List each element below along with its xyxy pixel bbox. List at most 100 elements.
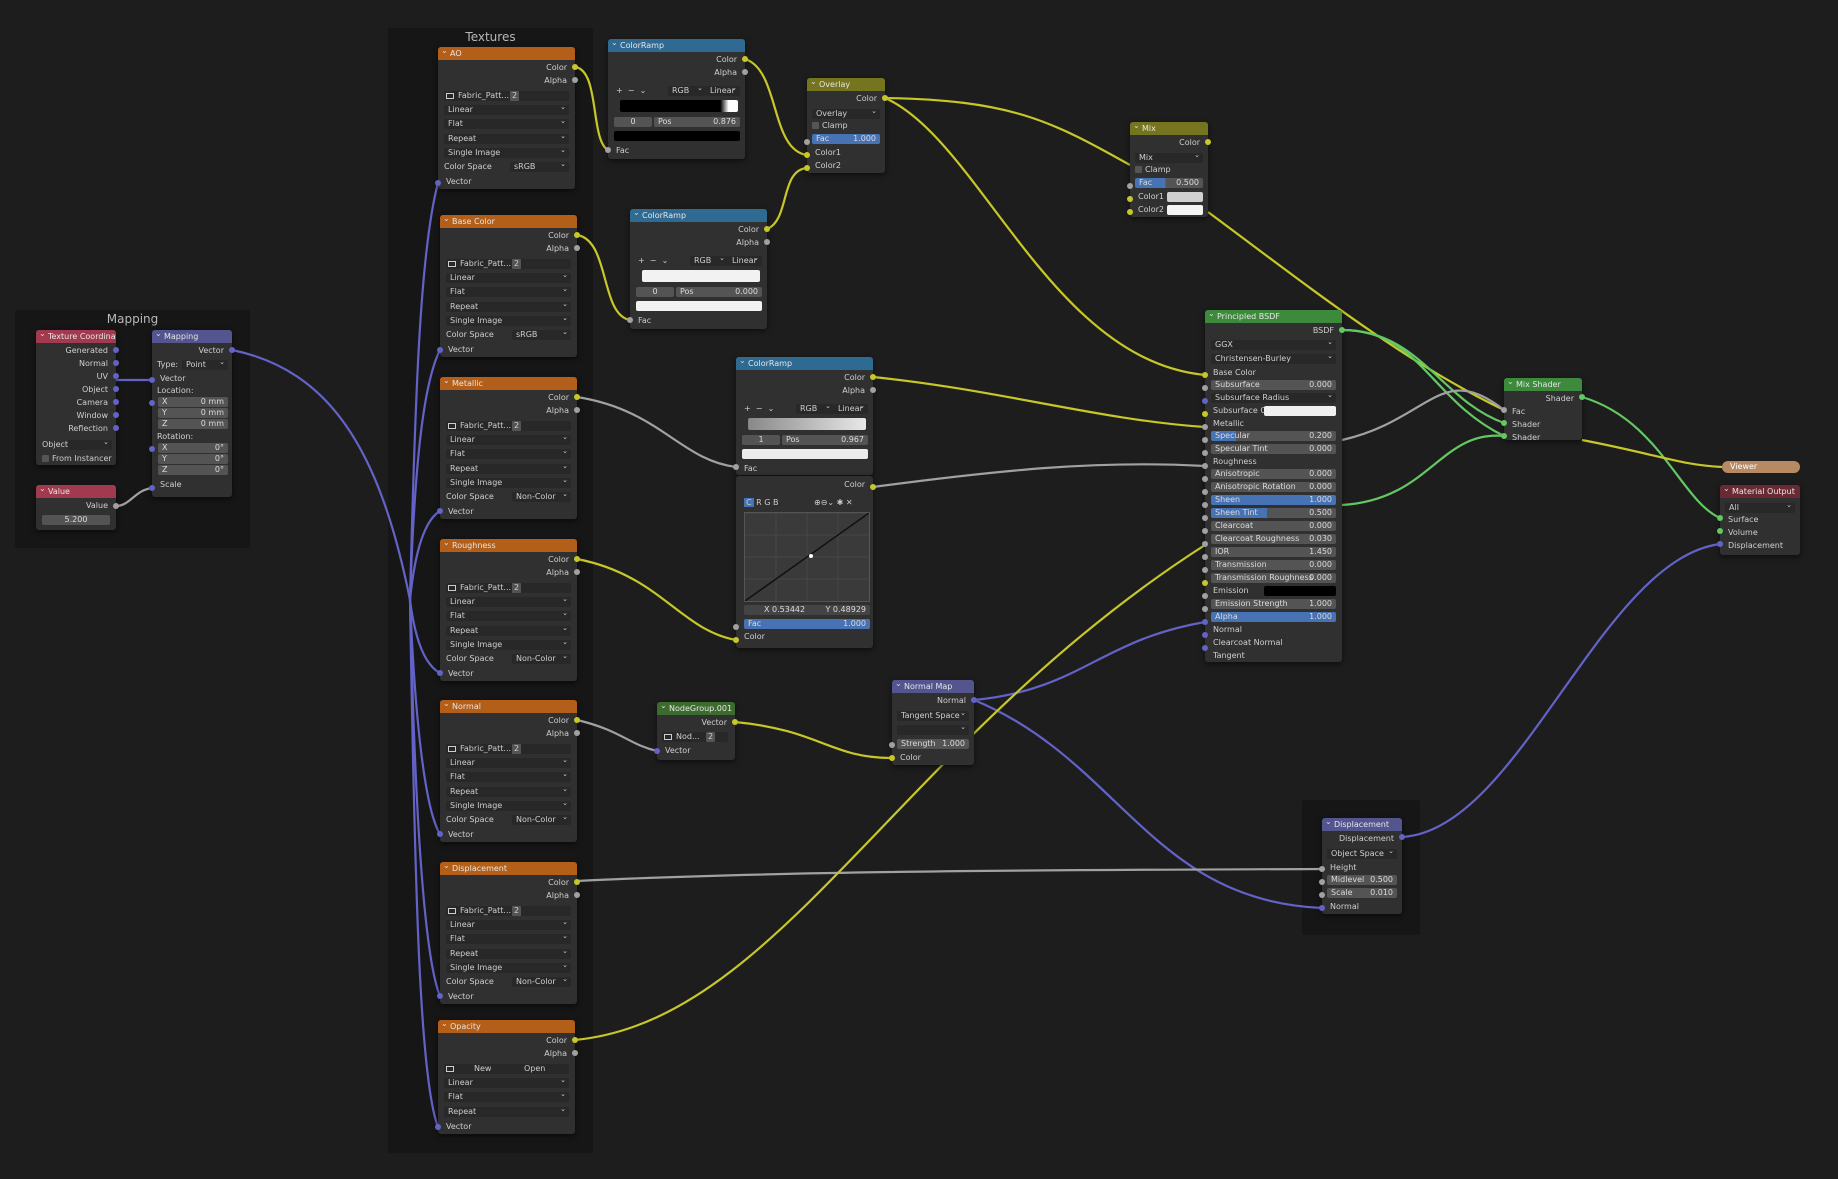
color-space-dropdown[interactable]: sRGB	[512, 330, 571, 340]
alpha-field[interactable]: Alpha 1.000	[1211, 612, 1336, 622]
fac-field[interactable]: Fac 1.000	[812, 134, 880, 144]
ramp-gradient[interactable]	[620, 100, 738, 112]
socket[interactable]	[870, 387, 876, 393]
socket[interactable]	[1202, 372, 1208, 378]
image-selector[interactable]: Fabric_Patt... 2	[446, 906, 571, 916]
node-colorramp-2[interactable]: ColorRamp Color Alpha + − ⌄ RGB Linear 0…	[630, 209, 767, 329]
socket[interactable]	[733, 637, 739, 643]
extension-dropdown[interactable]: Repeat	[446, 626, 571, 636]
socket[interactable]	[1202, 567, 1208, 573]
socket[interactable]	[113, 425, 119, 431]
socket[interactable]	[1202, 619, 1208, 625]
ramp-color-mode[interactable]: RGB	[796, 404, 834, 414]
node-value[interactable]: Value Value 5.200	[36, 485, 116, 530]
blend-mode-dropdown[interactable]: Mix	[1135, 153, 1203, 163]
socket[interactable]	[574, 245, 580, 251]
socket[interactable]	[971, 697, 977, 703]
node-header[interactable]: Metallic	[440, 377, 577, 390]
node-header[interactable]: Displacement	[1322, 818, 1402, 831]
socket[interactable]	[574, 394, 580, 400]
node-header[interactable]: Principled BSDF	[1205, 310, 1342, 323]
projection-dropdown[interactable]: Flat	[446, 287, 571, 297]
rot-x[interactable]: X 0°	[158, 443, 228, 453]
socket[interactable]	[733, 624, 739, 630]
clearcoat-field[interactable]: Clearcoat 0.000	[1211, 521, 1336, 531]
node-header[interactable]: ColorRamp	[608, 39, 745, 52]
node-header[interactable]: Value	[36, 485, 116, 498]
interpolation-dropdown[interactable]: Linear	[446, 758, 571, 768]
color1-swatch[interactable]	[1167, 192, 1203, 202]
ramp-gradient[interactable]	[748, 418, 866, 430]
socket[interactable]	[113, 399, 119, 405]
image-selector[interactable]: Fabric_Patt... 2	[446, 259, 571, 269]
image-selector[interactable]: Fabric_Patt... 2	[446, 583, 571, 593]
anisotropic-rotation-field[interactable]: Anisotropic Rotation 0.000	[1211, 482, 1336, 492]
socket[interactable]	[1202, 554, 1208, 560]
socket[interactable]	[113, 373, 119, 379]
interpolation-dropdown[interactable]: Linear	[446, 920, 571, 930]
socket[interactable]	[1202, 450, 1208, 456]
source-dropdown[interactable]: Single Image	[446, 640, 571, 650]
node-image-texture-metallic[interactable]: Metallic Color Alpha Fabric_Patt...2 Lin…	[440, 377, 577, 519]
socket[interactable]	[1501, 433, 1507, 439]
socket[interactable]	[804, 152, 810, 158]
node-mix[interactable]: Mix Color Mix Clamp Fac0.500 Color1 Colo…	[1130, 122, 1208, 217]
projection-dropdown[interactable]: Flat	[446, 934, 571, 944]
ramp-add-remove-icons[interactable]: + − ⌄	[744, 404, 774, 414]
subsurface-radius[interactable]: Subsurface Radius	[1211, 393, 1336, 403]
clearcoat-roughness-field[interactable]: Clearcoat Roughness 0.030	[1211, 534, 1336, 544]
socket[interactable]	[149, 377, 155, 383]
sheen-tint-field[interactable]: Sheen Tint 0.500	[1211, 508, 1336, 518]
socket[interactable]	[437, 993, 443, 999]
node-image-texture-ao[interactable]: AO Color Alpha Fabric_Patt...2 Linear Fl…	[438, 47, 575, 189]
new-button[interactable]: New	[474, 1064, 491, 1073]
color-space-dropdown[interactable]: Non-Color	[512, 977, 571, 987]
color-space-dropdown[interactable]: Non-Color	[512, 492, 571, 502]
socket[interactable]	[1202, 580, 1208, 586]
clamp-toggle[interactable]: Clamp	[812, 120, 848, 131]
subsurface-method-dropdown[interactable]: Christensen-Burley	[1211, 354, 1336, 364]
socket[interactable]	[437, 831, 443, 837]
color-space-dropdown[interactable]: Non-Color	[512, 654, 571, 664]
socket[interactable]	[1202, 515, 1208, 521]
color2-swatch[interactable]	[1167, 205, 1203, 215]
uv-map-dropdown[interactable]	[897, 725, 969, 735]
node-mapping[interactable]: Mapping Vector Type: Point Vector Locati…	[152, 330, 232, 497]
socket[interactable]	[732, 719, 738, 725]
socket[interactable]	[113, 412, 119, 418]
image-selector[interactable]: Fabric_Patt... 2	[446, 421, 571, 431]
space-dropdown[interactable]: Tangent Space	[897, 711, 969, 721]
socket[interactable]	[149, 485, 155, 491]
extension-dropdown[interactable]: Repeat	[446, 787, 571, 797]
strength-field[interactable]: Strength 1.000	[897, 739, 969, 749]
socket[interactable]	[149, 400, 155, 406]
curve-channels[interactable]: C R G B	[744, 498, 779, 508]
checkbox[interactable]	[42, 455, 49, 462]
socket[interactable]	[572, 77, 578, 83]
socket[interactable]	[574, 556, 580, 562]
interpolation-dropdown[interactable]: Linear	[446, 435, 571, 445]
source-dropdown[interactable]: Single Image	[446, 478, 571, 488]
socket[interactable]	[572, 1050, 578, 1056]
socket[interactable]	[1202, 645, 1208, 651]
node-overlay[interactable]: Overlay Color Overlay Clamp Fac1.000 Col…	[807, 78, 885, 173]
curve-tools-icons[interactable]: ⊕⊖⌄ ✱ ✕	[814, 498, 853, 508]
ramp-stop-index[interactable]: 0	[636, 287, 674, 297]
node-rgb-curves[interactable]: Color C R G B ⊕⊖⌄ ✱ ✕ X 0.53442 Y 0.48929…	[736, 476, 873, 648]
ramp-add-remove-icons[interactable]: + − ⌄	[638, 256, 668, 266]
socket[interactable]	[437, 347, 443, 353]
node-header[interactable]: ColorRamp	[630, 209, 767, 222]
node-image-texture-roughness[interactable]: Roughness Color Alpha Fabric_Patt...2 Li…	[440, 539, 577, 681]
anisotropic-field[interactable]: Anisotropic 0.000	[1211, 469, 1336, 479]
transmission-roughness-field[interactable]: Transmission Roughness 0.000	[1211, 573, 1336, 583]
clamp-toggle[interactable]: Clamp	[1135, 164, 1171, 175]
socket[interactable]	[1319, 879, 1325, 885]
target-dropdown[interactable]: All	[1725, 503, 1795, 513]
node-colorramp-3[interactable]: ColorRamp Color Alpha + − ⌄ RGB Linear 1…	[736, 357, 873, 475]
loc-y[interactable]: Y0 mm	[158, 408, 228, 418]
socket[interactable]	[742, 56, 748, 62]
socket[interactable]	[1319, 892, 1325, 898]
socket[interactable]	[574, 569, 580, 575]
node-header[interactable]: AO	[438, 47, 575, 60]
node-header[interactable]: Base Color	[440, 215, 577, 228]
